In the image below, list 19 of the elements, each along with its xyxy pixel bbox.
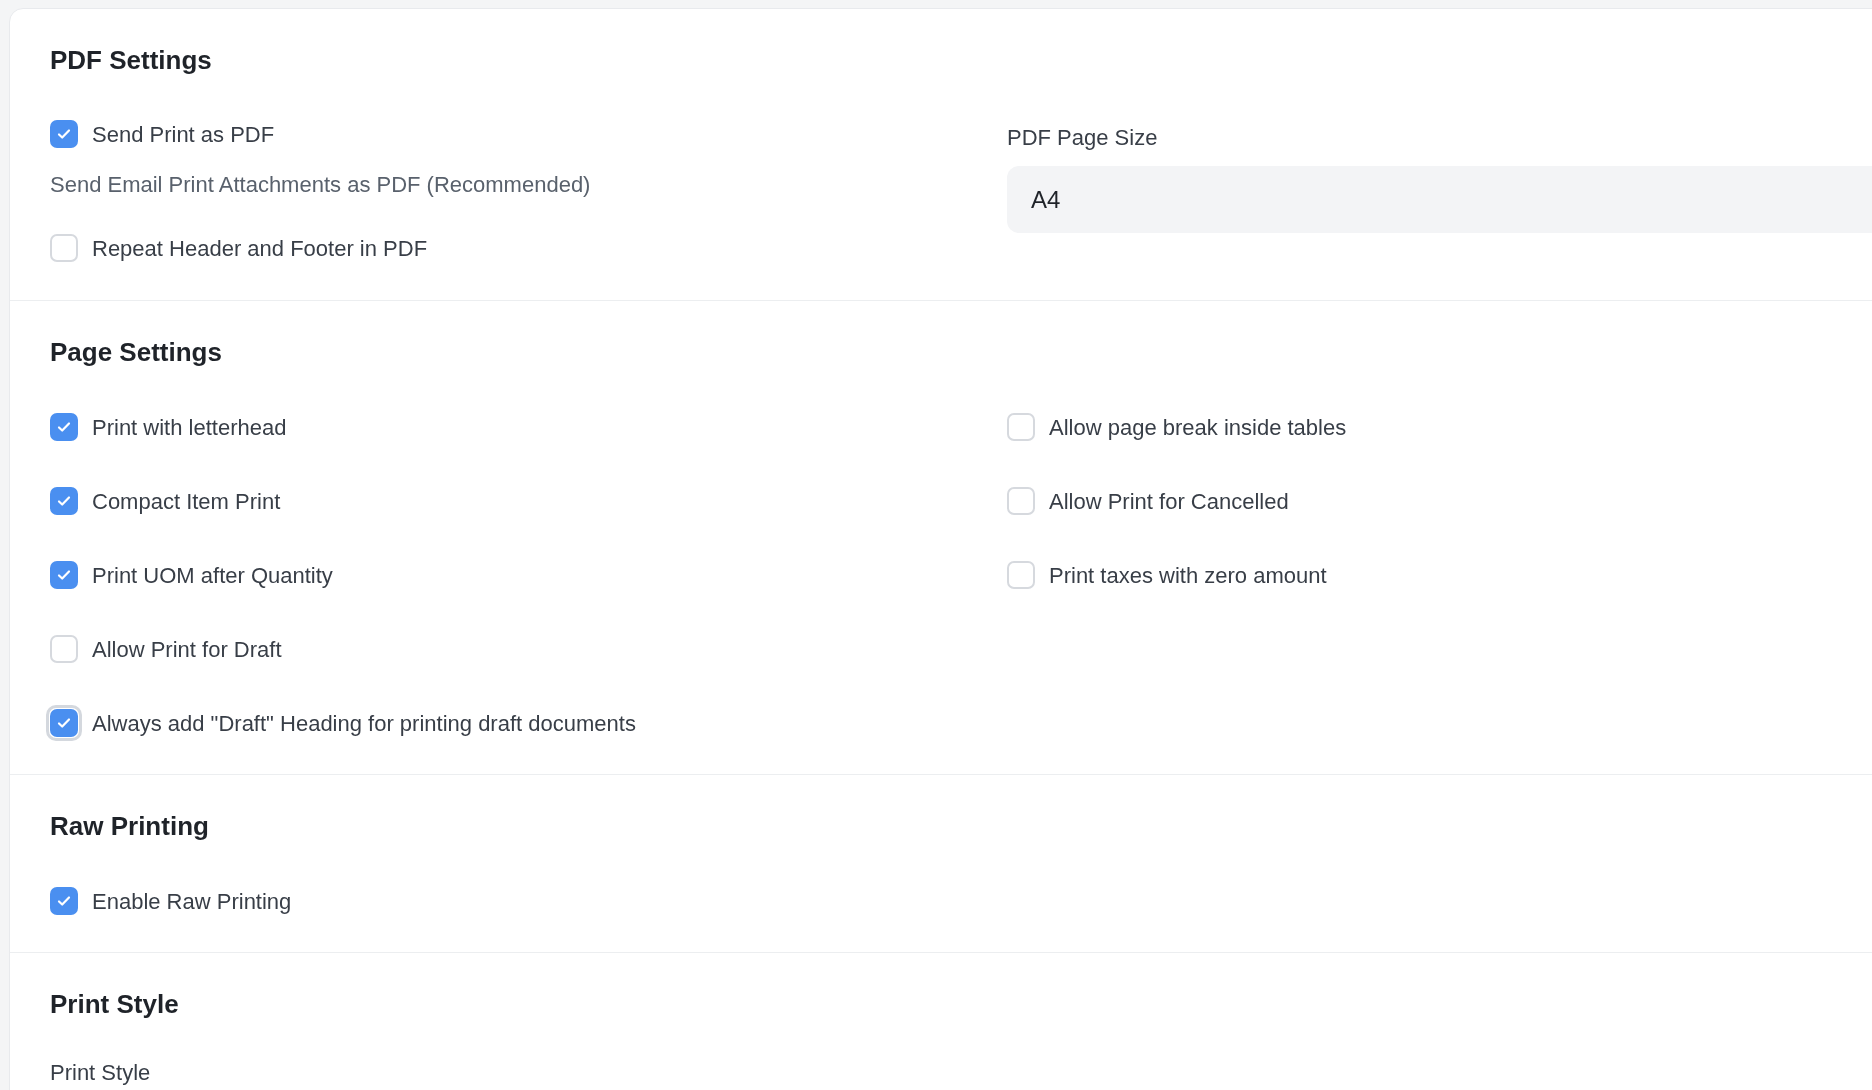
checkbox-label: Allow Print for Draft xyxy=(92,635,282,664)
checkbox-label: Compact Item Print xyxy=(92,487,281,516)
field-label: Print Style xyxy=(50,1059,152,1087)
checkbox-label: Print taxes with zero amount xyxy=(1049,561,1327,590)
checkbox-label: Print UOM after Quantity xyxy=(92,561,333,590)
section-heading: PDF Settings xyxy=(50,44,213,76)
checkbox-label: Allow page break inside tables xyxy=(1049,413,1347,442)
field-description: Send Email Print Attachments as PDF (Recommended) xyxy=(50,171,592,199)
section-heading: Page Settings xyxy=(50,336,223,368)
page-size-select[interactable]: A4 xyxy=(1007,166,1872,233)
checkbox-label: Print with letterhead xyxy=(92,413,287,442)
field-label: PDF Page Size xyxy=(1007,126,1159,150)
checkbox-label: Send Print as PDF xyxy=(92,120,275,149)
checkbox-label: Enable Raw Printing xyxy=(92,887,292,916)
checkbox-label: Allow Print for Cancelled xyxy=(1049,487,1289,516)
checkbox-label: Always add "Draft" Heading for printing draft documents xyxy=(92,709,636,738)
section-heading: Raw Printing xyxy=(50,810,210,842)
checkbox-label: Repeat Header and Footer in PDF xyxy=(92,234,428,263)
section-heading: Print Style xyxy=(50,988,180,1020)
